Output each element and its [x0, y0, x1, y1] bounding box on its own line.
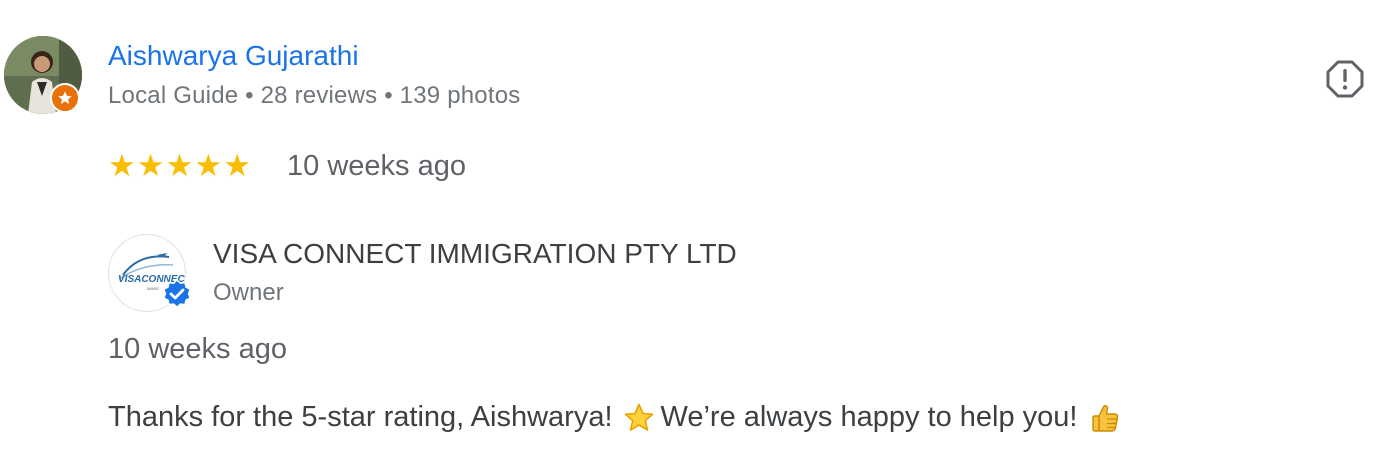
- star-rating: ★ ★ ★ ★ ★: [108, 148, 251, 184]
- reviewer-meta[interactable]: Local Guide • 28 reviews • 139 photos: [108, 82, 520, 110]
- report-icon: [1326, 60, 1364, 98]
- local-guide-star-icon: [50, 83, 80, 113]
- star-icon: ★: [136, 148, 165, 183]
- report-button[interactable]: [1324, 58, 1366, 100]
- reply-text-part1: Thanks for the 5-star rating, Aishwarya!: [108, 401, 613, 433]
- reply-time: 10 weeks ago: [108, 333, 287, 365]
- verified-badge-icon: [161, 278, 193, 311]
- reply-text: Thanks for the 5-star rating, Aishwarya!…: [108, 401, 1121, 434]
- review-time: 10 weeks ago: [287, 150, 466, 182]
- svg-text:IMMIG: IMMIG: [147, 286, 159, 291]
- reviewer-name[interactable]: Aishwarya Gujarathi: [108, 40, 359, 72]
- star-icon: ★: [194, 148, 223, 183]
- owner-name[interactable]: VISA CONNECT IMMIGRATION PTY LTD: [213, 238, 737, 270]
- owner-role-label: Owner: [213, 279, 284, 306]
- star-icon: ★: [108, 148, 136, 183]
- reply-text-part2: We’re always happy to help you!: [660, 401, 1078, 433]
- thumbs-up-emoji-icon: [1092, 404, 1119, 432]
- star-icon: ★: [223, 148, 251, 183]
- star-emoji-icon: [624, 403, 653, 431]
- star-icon: ★: [165, 148, 194, 183]
